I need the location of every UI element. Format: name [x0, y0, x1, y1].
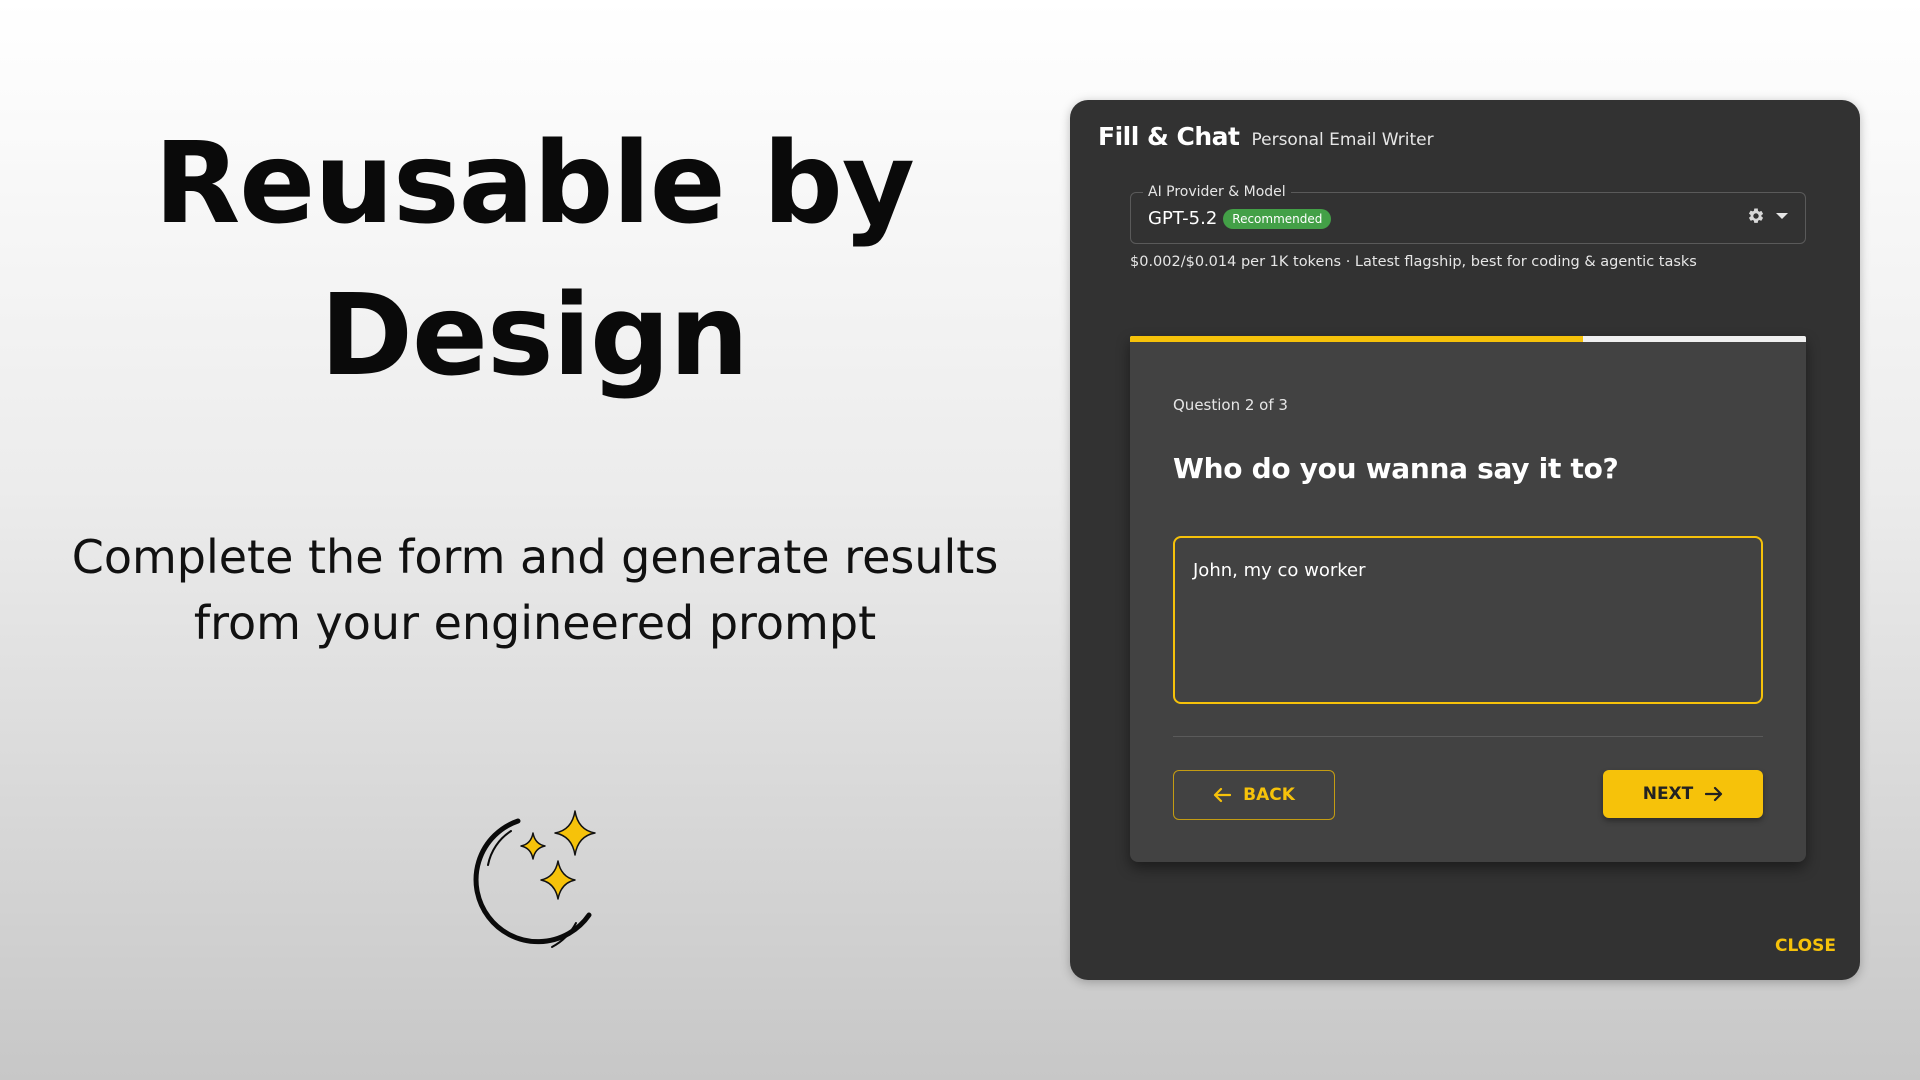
model-select-value: GPT-5.2 Recommended	[1148, 208, 1332, 229]
progress-bar	[1130, 336, 1806, 342]
fill-and-chat-dialog: Fill & Chat Personal Email Writer AI Pro…	[1070, 100, 1860, 980]
back-button-label: BACK	[1243, 785, 1295, 805]
app-subtitle: Personal Email Writer	[1251, 130, 1434, 150]
model-pricing-hint: $0.002/$0.014 per 1K tokens · Latest fla…	[1130, 254, 1697, 270]
gear-icon[interactable]	[1747, 207, 1765, 225]
model-select-label: AI Provider & Model	[1143, 183, 1291, 201]
back-button[interactable]: BACK	[1173, 770, 1335, 820]
next-button[interactable]: NEXT	[1603, 770, 1763, 818]
arrow-right-icon	[1705, 786, 1723, 802]
next-button-label: NEXT	[1642, 784, 1694, 804]
question-card: Question 2 of 3 Who do you wanna say it …	[1130, 336, 1806, 862]
dialog-header: Fill & Chat Personal Email Writer	[1098, 122, 1434, 151]
chevron-down-icon[interactable]	[1775, 211, 1789, 221]
question-counter: Question 2 of 3	[1173, 396, 1288, 414]
model-select-controls	[1747, 207, 1789, 225]
model-select[interactable]: AI Provider & Model GPT-5.2 Recommended	[1130, 183, 1806, 244]
hero-title: Reusable by Design	[154, 119, 915, 401]
sparkle-crescent-icon	[448, 805, 608, 965]
arrow-left-icon	[1213, 787, 1232, 803]
hero-subtitle: Complete the form and generate results f…	[71, 530, 999, 650]
recommended-badge: Recommended	[1223, 208, 1332, 229]
app-title: Fill & Chat	[1098, 122, 1240, 151]
model-name: GPT-5.2	[1148, 208, 1218, 229]
close-button[interactable]: CLOSE	[1775, 936, 1836, 956]
answer-input[interactable]	[1173, 536, 1763, 704]
progress-bar-fill	[1130, 336, 1583, 342]
question-text: Who do you wanna say it to?	[1173, 452, 1619, 485]
card-divider	[1173, 736, 1763, 737]
